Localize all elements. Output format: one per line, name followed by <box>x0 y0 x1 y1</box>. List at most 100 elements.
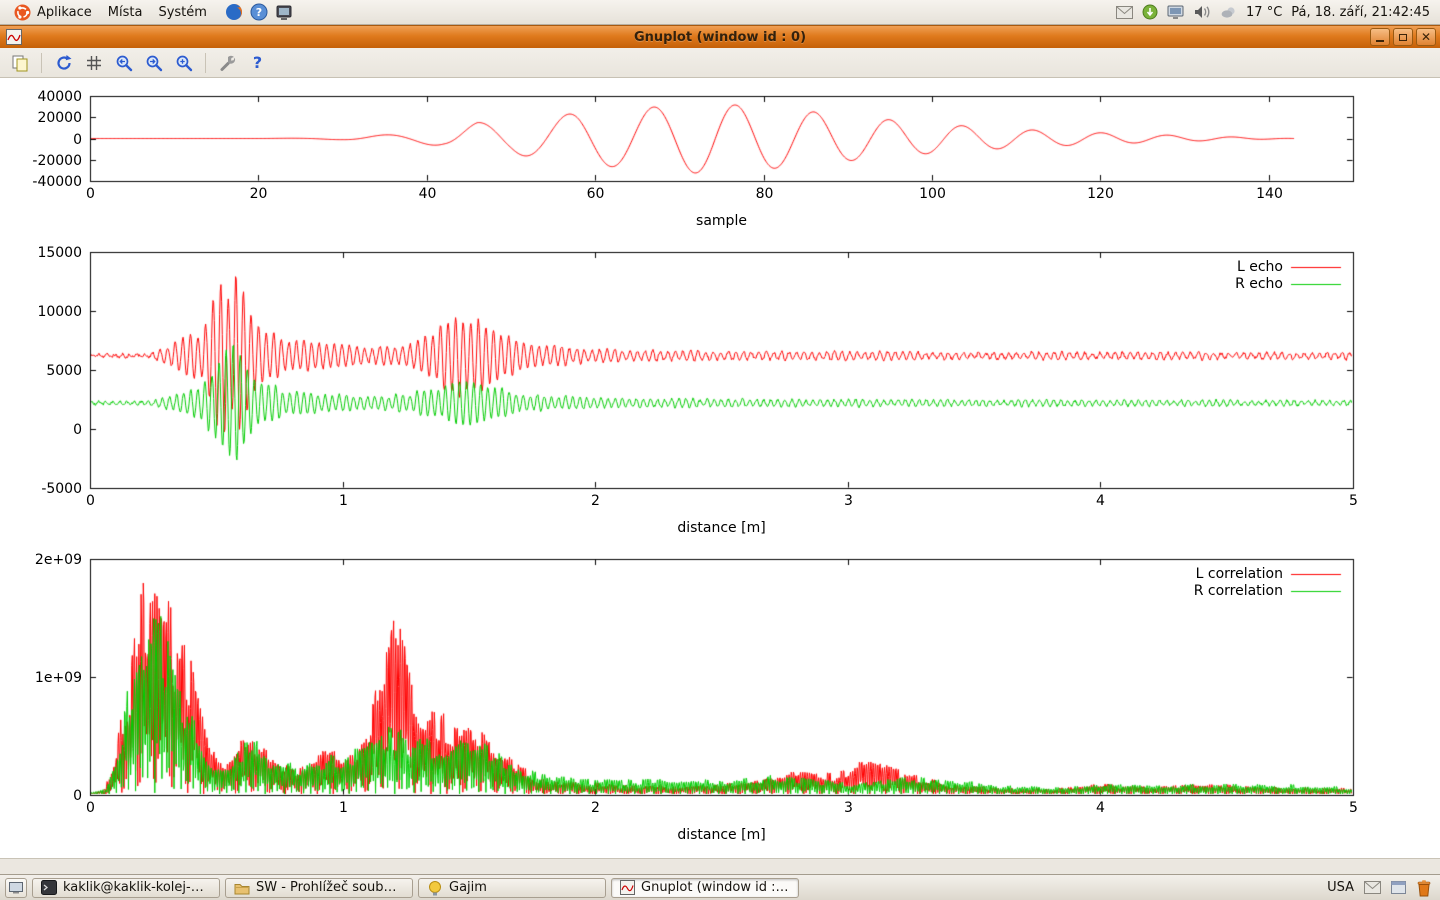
copy-icon <box>11 54 29 72</box>
ubuntu-logo-icon <box>14 4 31 21</box>
help-button[interactable]: ? <box>244 50 271 75</box>
zoom-previous-button[interactable] <box>110 50 137 75</box>
y-tick-label: -20000 <box>0 153 82 169</box>
x-tick-label: 100 <box>903 186 963 202</box>
x-axis-label: sample <box>642 213 802 229</box>
x-tick-label: 40 <box>398 186 458 202</box>
titlebar[interactable]: Gnuplot (window id : 0) ✕ <box>0 25 1440 48</box>
gnuplot-statusbar <box>0 858 1440 874</box>
menu-places-label: Místa <box>108 5 143 20</box>
x-tick-label: 5 <box>1324 493 1384 509</box>
terminal-icon <box>41 880 57 895</box>
help-browser-icon[interactable]: ? <box>250 3 268 21</box>
menu-applications[interactable]: Aplikace <box>6 2 100 23</box>
y-tick-label: 0 <box>0 788 82 804</box>
help-icon: ? <box>253 53 262 72</box>
weather-icon[interactable] <box>1221 6 1237 18</box>
taskbar-button-label: kaklik@kaklik-kolej-u... <box>63 880 211 895</box>
y-tick-label: -40000 <box>0 174 82 190</box>
panel-tray: 17 °C Pá, 18. září, 21:42:45 <box>1116 4 1434 20</box>
taskbar: kaklik@kaklik-kolej-u... SW - Prohlížeč … <box>0 874 1440 900</box>
y-tick-label: 20000 <box>0 110 82 126</box>
x-tick-label: 1 <box>314 493 374 509</box>
show-desktop-button[interactable] <box>5 878 27 898</box>
gnuplot-plot-canvas[interactable] <box>0 78 1440 858</box>
firefox-icon[interactable] <box>225 3 243 21</box>
gajim-icon <box>427 880 443 896</box>
copy-to-clipboard-button[interactable] <box>6 50 33 75</box>
panel-launchers: ? <box>225 3 293 21</box>
minimize-icon <box>1376 40 1384 42</box>
y-tick-label: 40000 <box>0 89 82 105</box>
zoom-autoscale-icon <box>175 54 193 72</box>
replot-icon <box>55 54 73 72</box>
wrench-icon <box>219 54 237 72</box>
x-axis-label: distance [m] <box>642 520 802 536</box>
zoom-autoscale-button[interactable] <box>170 50 197 75</box>
gnuplot-toolbar: ? <box>0 48 1440 78</box>
gnuplot-icon <box>620 880 635 895</box>
maximize-button[interactable] <box>1393 28 1413 46</box>
menu-applications-label: Aplikace <box>37 5 92 20</box>
close-icon: ✕ <box>1421 32 1431 42</box>
y-tick-label: 2e+09 <box>0 552 82 568</box>
window-title: Gnuplot (window id : 0) <box>0 30 1440 45</box>
legend-label: R echo <box>1091 276 1283 292</box>
x-tick-label: 2 <box>566 800 626 816</box>
y-tick-label: 0 <box>0 132 82 148</box>
x-tick-label: 3 <box>819 493 879 509</box>
display-icon[interactable] <box>1167 5 1185 20</box>
keyboard-layout-indicator[interactable]: USA <box>1327 880 1354 895</box>
terminal-launcher-icon[interactable] <box>275 3 293 21</box>
x-tick-label: 60 <box>566 186 626 202</box>
close-button[interactable]: ✕ <box>1416 28 1436 46</box>
x-tick-label: 2 <box>566 493 626 509</box>
minimize-button[interactable] <box>1370 28 1390 46</box>
x-tick-label: 4 <box>1071 800 1131 816</box>
menu-places[interactable]: Místa <box>100 3 151 22</box>
x-tick-label: 80 <box>735 186 795 202</box>
gnome-top-panel: Aplikace Místa Systém ? <box>0 0 1440 25</box>
y-tick-label: 15000 <box>0 245 82 261</box>
update-icon[interactable] <box>1142 4 1158 20</box>
taskbar-button-file-manager[interactable]: SW - Prohlížeč souborů <box>225 878 413 898</box>
y-tick-label: 0 <box>0 422 82 438</box>
grid-icon <box>86 55 102 71</box>
taskbar-button-gnuplot[interactable]: Gnuplot (window id : 0) <box>611 878 799 898</box>
taskbar-button-label: SW - Prohlížeč souborů <box>256 880 404 895</box>
taskbar-button-label: Gajim <box>449 880 487 895</box>
temperature-applet[interactable]: 17 °C <box>1246 5 1282 20</box>
toolbar-separator <box>41 53 42 73</box>
x-tick-label: 1 <box>314 800 374 816</box>
window-controls: ✕ <box>1370 28 1436 46</box>
menu-system[interactable]: Systém <box>150 3 214 22</box>
x-tick-label: 4 <box>1071 493 1131 509</box>
trash-icon[interactable] <box>1416 879 1432 897</box>
svg-text:?: ? <box>256 6 262 19</box>
toolbar-separator <box>205 53 206 73</box>
toggle-grid-button[interactable] <box>80 50 107 75</box>
y-tick-label: -5000 <box>0 481 82 497</box>
configure-plot-button[interactable] <box>214 50 241 75</box>
plot-area: 020406080100120140-40000-200000200004000… <box>0 78 1440 858</box>
clock-applet[interactable]: Pá, 18. září, 21:42:45 <box>1291 5 1430 20</box>
show-desktop-icon <box>9 882 23 894</box>
zoom-next-icon <box>145 54 163 72</box>
taskbar-button-gajim[interactable]: Gajim <box>418 878 606 898</box>
maximize-icon <box>1399 34 1407 41</box>
mail-icon[interactable] <box>1116 6 1133 19</box>
x-tick-label: 20 <box>229 186 289 202</box>
zoom-next-button[interactable] <box>140 50 167 75</box>
legend-label: R correlation <box>1091 583 1283 599</box>
window-selector-icon[interactable] <box>1391 881 1406 894</box>
taskbar-button-terminal[interactable]: kaklik@kaklik-kolej-u... <box>32 878 220 898</box>
volume-icon[interactable] <box>1194 5 1212 19</box>
x-tick-label: 120 <box>1071 186 1131 202</box>
mail-icon[interactable] <box>1364 881 1381 894</box>
replot-button[interactable] <box>50 50 77 75</box>
x-axis-label: distance [m] <box>642 827 802 843</box>
x-tick-label: 140 <box>1240 186 1300 202</box>
taskbar-tray: USA <box>1327 879 1435 897</box>
zoom-previous-icon <box>115 54 133 72</box>
y-tick-label: 10000 <box>0 304 82 320</box>
